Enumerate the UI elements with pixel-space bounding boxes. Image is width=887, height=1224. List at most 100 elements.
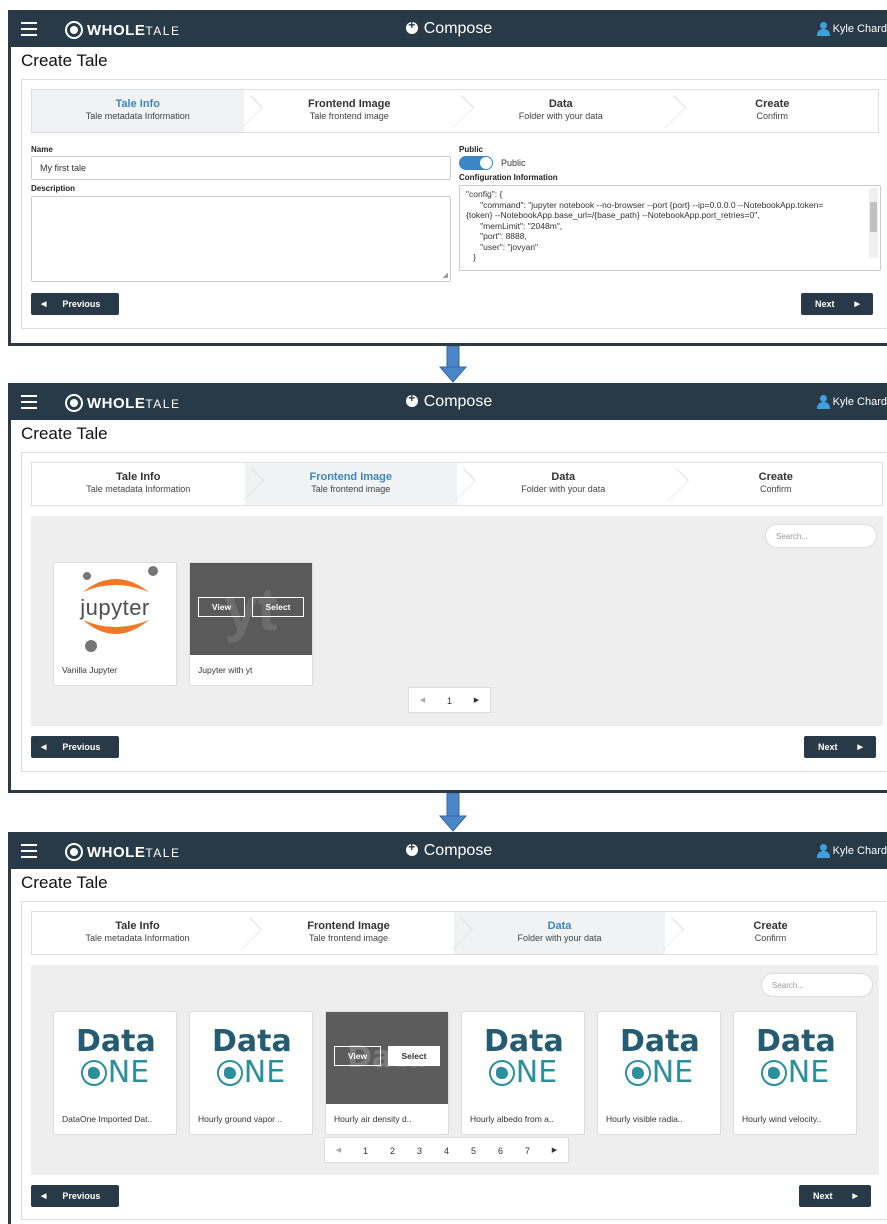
step-subtitle: Confirm <box>759 484 792 494</box>
description-textarea[interactable]: ◢ <box>31 196 451 282</box>
compose-label: Compose <box>423 393 493 410</box>
config-line: "port": 8888, <box>466 231 527 241</box>
step-subtitle: Folder with your data <box>517 933 602 943</box>
step-tale-info[interactable]: Tale Info Tale metadata Information <box>32 90 244 132</box>
compose-plus-icon <box>405 18 418 34</box>
data-tile-hovered[interactable]: Data View Select Hourly air density d.. <box>325 1011 449 1135</box>
next-label: Next <box>815 299 835 309</box>
public-toggle[interactable] <box>459 156 493 170</box>
compose-title: Compose <box>11 840 887 860</box>
dataone-logo-bottom: NE <box>651 1055 694 1090</box>
step-title: Data <box>547 920 572 932</box>
page-link[interactable]: 4 <box>433 1138 460 1162</box>
step-subtitle: Tale frontend image <box>309 111 389 121</box>
caret-left-icon: ◀ <box>41 744 47 751</box>
name-input[interactable]: My first tale <box>31 156 451 180</box>
step-data[interactable]: Data Folder with your data <box>457 463 670 505</box>
dataone-logo-box: Data NE <box>212 1018 292 1098</box>
data-tile-label: Hourly albedo from a.. <box>470 1114 554 1124</box>
user-name: Kyle Chard <box>832 396 887 408</box>
caret-left-icon: ◀ <box>41 301 47 308</box>
page-link[interactable]: 5 <box>460 1138 487 1162</box>
config-line: "config": { <box>466 189 503 199</box>
select-button[interactable]: Select <box>252 597 304 617</box>
step-frontend-image[interactable]: Frontend Image Tale frontend image <box>244 90 456 132</box>
page-link[interactable]: 1 <box>352 1138 379 1162</box>
step-subtitle: Folder with your data <box>521 484 606 494</box>
page-link[interactable]: 6 <box>487 1138 514 1162</box>
step-subtitle: Confirm <box>754 933 787 943</box>
user-menu[interactable]: Kyle Chard <box>816 395 887 409</box>
data-search-input[interactable]: Search... <box>761 973 873 997</box>
page-link[interactable]: 2 <box>379 1138 406 1162</box>
image-search-input[interactable]: Search... <box>765 524 877 548</box>
next-button[interactable]: Next ▶ <box>801 293 873 315</box>
next-label: Next <box>818 742 838 752</box>
step-subtitle: Tale frontend image <box>308 933 389 943</box>
next-button[interactable]: Next ▶ <box>799 1185 871 1207</box>
public-label: Public <box>459 145 484 154</box>
step-create[interactable]: Create Confirm <box>665 912 876 954</box>
config-line: "memLimit": "2048m", <box>466 220 563 231</box>
next-page-icon[interactable]: ▶ <box>541 1138 568 1162</box>
config-textarea[interactable]: "config": { "command": "jupyter notebook… <box>459 185 881 271</box>
data-tile[interactable]: Data NE Hourly wind velocity.. <box>733 1011 857 1135</box>
dataone-logo: Data NE <box>190 1012 312 1104</box>
user-menu[interactable]: Kyle Chard <box>816 22 887 36</box>
previous-button[interactable]: ◀ Previous <box>31 1185 119 1207</box>
dataone-logo-box: Data NE <box>620 1018 700 1098</box>
step-tale-info[interactable]: Tale Info Tale metadata Information <box>32 912 243 954</box>
top-navbar: WHOLETALE Compose Kyle Chard <box>11 13 887 47</box>
step-tale-info[interactable]: Tale Info Tale metadata Information <box>32 463 245 505</box>
image-tile-label: Jupyter with yt <box>198 665 253 675</box>
select-button[interactable]: Select <box>388 1046 440 1066</box>
step-title: Create <box>755 98 790 110</box>
config-scrollbar[interactable] <box>869 188 878 258</box>
top-navbar: WHOLETALE Compose Kyle Chard <box>11 835 887 869</box>
image-tile-vanilla-jupyter[interactable]: jupyter Vanilla Jupyter <box>53 562 177 686</box>
data-tile-label: Hourly ground vapor .. <box>198 1114 283 1124</box>
image-tile-label: Vanilla Jupyter <box>62 665 118 675</box>
step-subtitle: Folder with your data <box>518 111 603 121</box>
step-frontend-image[interactable]: Frontend Image Tale frontend image <box>243 912 454 954</box>
dataone-logo: Data NE <box>598 1012 720 1104</box>
dataone-logo-top: Data <box>76 1024 156 1059</box>
step-subtitle: Confirm <box>756 111 788 121</box>
prev-page-icon[interactable]: ◀ <box>409 688 436 712</box>
dataone-logo-bottom: NE <box>107 1055 150 1090</box>
compose-label: Compose <box>423 20 493 37</box>
page-title: Create Tale <box>21 873 108 892</box>
config-line: } <box>466 252 476 262</box>
data-tile[interactable]: Data NE Hourly visible radia.. <box>597 1011 721 1135</box>
page-link[interactable]: 1 <box>436 688 463 712</box>
previous-button[interactable]: ◀ Previous <box>31 293 119 315</box>
image-tile-jupyter-yt[interactable]: yt View Select Jupyter with yt <box>189 562 313 686</box>
data-tile[interactable]: Data NE DataOne Imported Dat.. <box>53 1011 177 1135</box>
step-data[interactable]: Data Folder with your data <box>454 912 665 954</box>
step-frontend-image[interactable]: Frontend Image Tale frontend image <box>244 463 457 505</box>
view-button[interactable]: View <box>334 1046 381 1066</box>
user-icon <box>816 844 830 858</box>
next-page-icon[interactable]: ▶ <box>463 688 490 712</box>
compose-title: Compose <box>11 391 887 411</box>
resize-handle-icon[interactable]: ◢ <box>443 271 448 279</box>
view-button[interactable]: View <box>198 597 245 617</box>
step-title: Tale Info <box>115 920 160 932</box>
step-data[interactable]: Data Folder with your data <box>455 90 667 132</box>
config-line: "command": "jupyter notebook --no-browse… <box>466 199 824 210</box>
previous-button[interactable]: ◀ Previous <box>31 736 119 758</box>
page-link[interactable]: 3 <box>406 1138 433 1162</box>
data-tile[interactable]: Data NE Hourly ground vapor .. <box>189 1011 313 1135</box>
jupyter-logo-text: jupyter <box>80 595 150 620</box>
user-menu[interactable]: Kyle Chard <box>816 844 887 858</box>
step-create[interactable]: Create Confirm <box>667 90 879 132</box>
step-subtitle: Tale metadata Information <box>85 933 190 943</box>
step-title: Data <box>548 98 573 110</box>
page-link[interactable]: 7 <box>514 1138 541 1162</box>
step-subtitle: Tale metadata Information <box>86 484 191 494</box>
prev-page-icon[interactable]: ◀ <box>325 1138 352 1162</box>
create-tale-panel-frontend: WHOLETALE Compose Kyle Chard Create Tale… <box>8 383 887 793</box>
next-button[interactable]: Next ▶ <box>804 736 876 758</box>
data-tile[interactable]: Data NE Hourly albedo from a.. <box>461 1011 585 1135</box>
step-create[interactable]: Create Confirm <box>670 463 883 505</box>
